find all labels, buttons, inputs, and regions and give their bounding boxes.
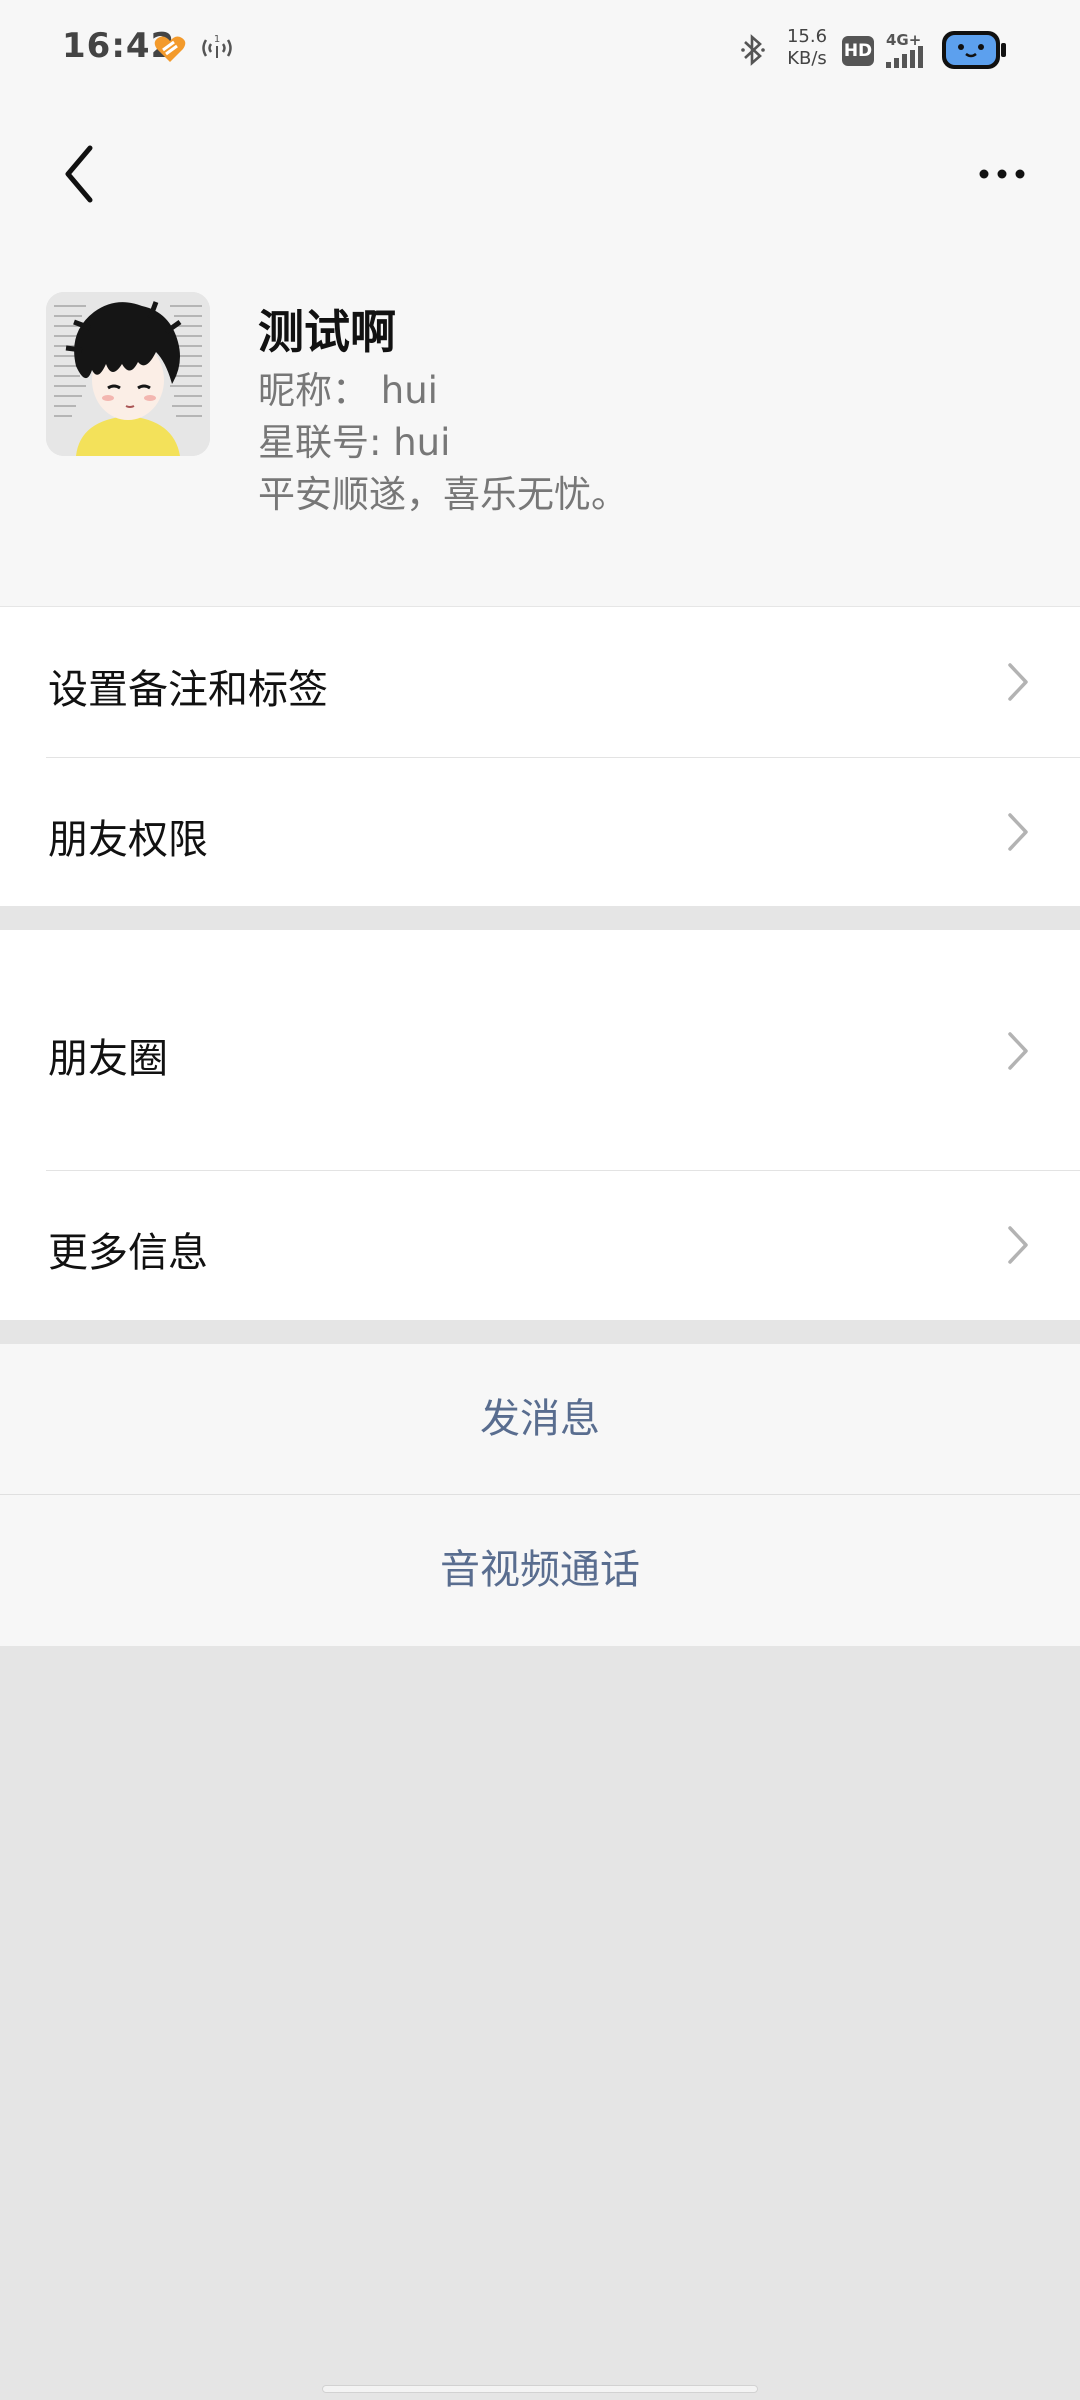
cast-icon: 1 — [202, 34, 232, 58]
battery-icon — [942, 31, 1006, 69]
set-remark-tags-label: 设置备注和标签 — [48, 667, 328, 713]
nickname: 昵称： hui — [258, 369, 438, 412]
info-section: 朋友圈 更多信息 — [0, 930, 1080, 1320]
status-bar: 16:42 1 15.6 KB/s HD 4G+ — [0, 0, 1080, 100]
send-message-button[interactable]: 发消息 — [0, 1344, 1080, 1494]
settings-section: 设置备注和标签 朋友权限 — [0, 606, 1080, 906]
action-buttons: 发消息 音视频通话 — [0, 1344, 1080, 1646]
more-info-label: 更多信息 — [48, 1230, 208, 1276]
friend-permissions-label: 朋友权限 — [48, 817, 208, 863]
more-button[interactable] — [974, 156, 1030, 192]
bluetooth-icon — [741, 34, 765, 66]
account-id: 星联号: hui — [258, 421, 451, 464]
friend-permissions-row[interactable]: 朋友权限 — [0, 757, 1080, 907]
moments-label: 朋友圈 — [48, 1036, 168, 1082]
set-remark-tags-row[interactable]: 设置备注和标签 — [0, 607, 1080, 757]
heart-icon — [154, 36, 186, 62]
avatar-illustration — [46, 292, 210, 456]
svg-text:1: 1 — [214, 34, 220, 45]
chevron-right-icon — [1008, 663, 1028, 701]
home-indicator[interactable] — [322, 2385, 758, 2393]
signature: 平安顺遂，喜乐无忧。 — [258, 473, 628, 516]
back-button[interactable] — [54, 138, 110, 210]
display-name: 测试啊 — [258, 305, 396, 359]
chevron-left-icon — [65, 145, 93, 203]
chevron-right-icon — [1008, 1226, 1028, 1264]
chevron-right-icon — [1008, 813, 1028, 851]
top-nav — [0, 100, 1080, 248]
avatar[interactable] — [46, 292, 210, 456]
net-speed: 15.6 KB/s — [782, 26, 832, 70]
send-message-label: 发消息 — [480, 1396, 600, 1442]
more-dots-icon — [979, 169, 1025, 179]
hd-icon: HD — [842, 36, 874, 66]
net-speed-value: 15.6 — [786, 26, 828, 47]
signal-label: 4G+ — [886, 31, 921, 49]
signal-icon: 4G+ — [886, 31, 923, 68]
profile-header: 测试啊 昵称： hui 星联号: hui 平安顺遂，喜乐无忧。 — [0, 248, 1080, 606]
chevron-right-icon — [1008, 1032, 1028, 1070]
av-call-button[interactable]: 音视频通话 — [0, 1495, 1080, 1645]
av-call-label: 音视频通话 — [440, 1547, 640, 1593]
net-speed-unit: KB/s — [787, 48, 827, 69]
more-info-row[interactable]: 更多信息 — [0, 1170, 1080, 1320]
moments-row[interactable]: 朋友圈 — [0, 930, 1080, 1170]
